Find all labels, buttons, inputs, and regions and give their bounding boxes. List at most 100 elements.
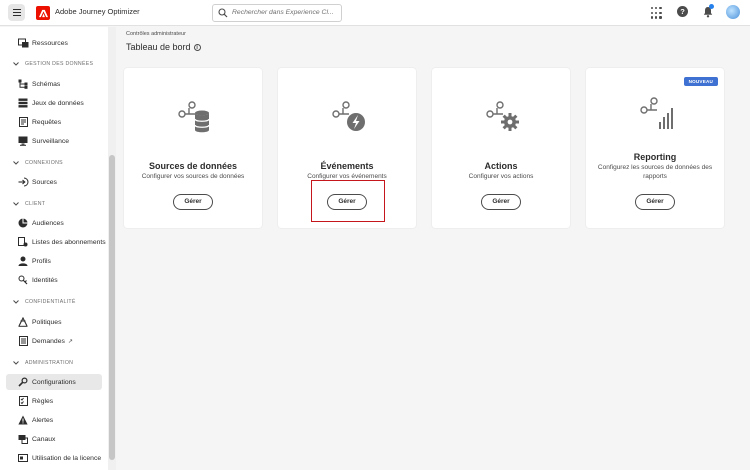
- sidebar-item-requetes[interactable]: Requêtes: [6, 114, 102, 130]
- search-placeholder: Rechercher dans Experience Cl...: [232, 9, 334, 16]
- chevron-down-icon: [12, 298, 19, 305]
- sidebar-item-label: Demandes: [32, 337, 65, 345]
- chevron-down-icon: [12, 359, 19, 366]
- queries-icon: [17, 116, 29, 128]
- reporting-icon: [640, 97, 673, 129]
- sidebar-item-label: Ressources: [32, 39, 68, 47]
- chevron-down-icon: [12, 200, 19, 207]
- adobe-logo[interactable]: [36, 6, 50, 20]
- sidebar-item-ressources[interactable]: Ressources: [6, 35, 102, 51]
- card-title: Sources de données: [148, 161, 238, 171]
- section-title: CONFIDENTIALITÉ: [25, 298, 76, 305]
- search-icon: [218, 8, 228, 18]
- app-switcher-icon[interactable]: [651, 7, 663, 19]
- sidebar: Ressources GESTION DES DONNÉES Schémas J…: [0, 27, 116, 470]
- configurations-icon: [17, 376, 29, 388]
- sidebar-item-audiences[interactable]: Audiences: [6, 215, 102, 231]
- sidebar-item-label: Configurations: [32, 378, 76, 386]
- channels-icon: [17, 433, 29, 445]
- card-description: Configurer vos sources de données: [141, 173, 245, 180]
- section-title: ADMINISTRATION: [25, 359, 74, 366]
- new-badge: NOUVEAU: [683, 77, 718, 86]
- sidebar-item-label: Profils: [32, 257, 51, 265]
- sidebar-item-sources[interactable]: Sources: [6, 174, 102, 190]
- monitoring-icon: [17, 135, 29, 147]
- sidebar-item-utilisation-de-la-licence[interactable]: Utilisation de la licence: [6, 450, 102, 466]
- sidebar-item-label: Audiences: [32, 219, 64, 227]
- card-description: Configurer vos actions: [468, 173, 534, 180]
- info-icon[interactable]: i: [193, 43, 201, 51]
- page-title: Tableau de bord i: [126, 42, 201, 52]
- sidebar-item-regles[interactable]: Règles: [6, 393, 102, 409]
- sidebar-item-label: Politiques: [32, 318, 62, 326]
- actions-icon: [486, 101, 519, 131]
- external-link-icon: ↗: [67, 338, 73, 345]
- sidebar-item-politiques[interactable]: Politiques: [6, 314, 102, 330]
- chevron-down-icon: [12, 60, 19, 67]
- sidebar-item-label: Listes des abonnements: [32, 238, 106, 246]
- resources-icon: [17, 37, 29, 49]
- sources-icon: [17, 176, 29, 188]
- section-administration[interactable]: ADMINISTRATION: [12, 359, 73, 366]
- top-bar: Adobe Journey Optimizer Rechercher dans …: [0, 0, 750, 26]
- notification-badge: [709, 4, 714, 9]
- section-confidentialite[interactable]: CONFIDENTIALITÉ: [12, 298, 76, 305]
- search-input[interactable]: Rechercher dans Experience Cl...: [212, 4, 342, 22]
- chevron-down-icon: [12, 159, 19, 166]
- sidebar-item-label: Jeux de données: [32, 99, 84, 107]
- section-gestion-des-donnees[interactable]: GESTION DES DONNÉES: [12, 60, 93, 67]
- sidebar-item-profils[interactable]: Profils: [6, 253, 102, 269]
- schema-icon: [17, 78, 29, 90]
- sidebar-item-label: Canaux: [32, 435, 56, 443]
- highlight-box: [311, 180, 385, 222]
- section-title: CLIENT: [25, 200, 46, 207]
- sidebar-scrollbar-thumb[interactable]: [109, 155, 115, 460]
- section-connexions[interactable]: CONNEXIONS: [12, 159, 63, 166]
- sidebar-item-listes-des-abonnements[interactable]: Listes des abonnements: [6, 234, 106, 250]
- audiences-icon: [17, 217, 29, 229]
- sidebar-item-label: Schémas: [32, 80, 61, 88]
- manage-button[interactable]: Gérer: [173, 194, 213, 210]
- section-client[interactable]: CLIENT: [12, 200, 45, 207]
- requests-icon: [17, 335, 29, 347]
- data-sources-icon: [178, 101, 210, 133]
- rules-icon: [17, 395, 29, 407]
- manage-button[interactable]: Gérer: [635, 194, 675, 210]
- events-icon: [332, 101, 365, 131]
- sidebar-item-label: Requêtes: [32, 118, 62, 126]
- section-title: GESTION DES DONNÉES: [25, 60, 94, 67]
- license-icon: [17, 452, 29, 464]
- sidebar-item-alertes[interactable]: Alertes: [6, 412, 102, 428]
- policies-icon: [17, 316, 29, 328]
- card-title: Événements: [320, 161, 374, 171]
- sidebar-item-label: Règles: [32, 397, 54, 405]
- subscription-list-icon: [17, 236, 29, 248]
- sidebar-item-demandes[interactable]: Demandes ↗: [6, 333, 102, 349]
- card-actions: Actions Configurer vos actions Gérer: [432, 68, 570, 228]
- card-title: Reporting: [633, 152, 677, 162]
- sidebar-item-identites[interactable]: Identités: [6, 272, 102, 288]
- sidebar-item-label: Identités: [32, 276, 58, 284]
- app-title[interactable]: Adobe Journey Optimizer: [55, 7, 140, 16]
- help-icon[interactable]: ?: [677, 6, 688, 17]
- datasets-icon: [17, 97, 29, 109]
- sidebar-item-canaux[interactable]: Canaux: [6, 431, 102, 447]
- card-reporting: NOUVEAU Reporting Configurez les sources…: [586, 68, 724, 228]
- card-sources-de-donnees: Sources de données Configurer vos source…: [124, 68, 262, 228]
- sidebar-item-jeux-de-donnees[interactable]: Jeux de données: [6, 95, 102, 111]
- sidebar-item-schemas[interactable]: Schémas: [6, 76, 102, 92]
- avatar[interactable]: [726, 5, 740, 19]
- breadcrumb[interactable]: Contrôles administrateur: [126, 31, 186, 37]
- sidebar-item-label: Sources: [32, 178, 57, 186]
- card-title: Actions: [484, 161, 518, 171]
- sidebar-item-configurations[interactable]: Configurations: [6, 374, 102, 390]
- section-title: CONNEXIONS: [25, 159, 63, 166]
- manage-button[interactable]: Gérer: [481, 194, 521, 210]
- sidebar-item-label: Alertes: [32, 416, 54, 424]
- identities-icon: [17, 274, 29, 286]
- sidebar-item-label: Surveillance: [32, 137, 70, 145]
- alerts-icon: [17, 414, 29, 426]
- profiles-icon: [17, 255, 29, 267]
- hamburger-menu-button[interactable]: [8, 4, 25, 21]
- sidebar-item-surveillance[interactable]: Surveillance: [6, 133, 102, 149]
